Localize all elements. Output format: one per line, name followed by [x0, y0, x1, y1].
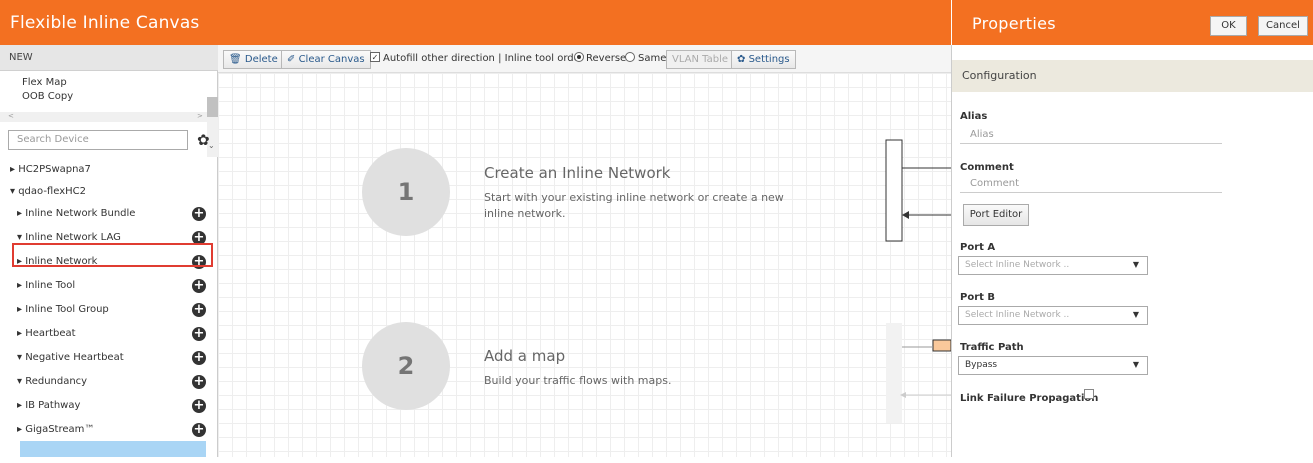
- same-label: Same: [638, 53, 667, 64]
- scroll-left-icon[interactable]: <: [8, 112, 14, 120]
- scroll-right-icon[interactable]: >: [197, 112, 203, 120]
- map-port-box: [932, 339, 951, 352]
- highlight-box: [12, 243, 213, 267]
- tree-item[interactable]: ▸ GigaStream™ +: [0, 420, 218, 442]
- comment-input[interactable]: Comment: [960, 175, 1222, 193]
- port-b-label: Port B: [960, 292, 996, 303]
- scroll-thumb[interactable]: [207, 97, 218, 117]
- tree-item-label: ▾ Redundancy: [17, 376, 88, 387]
- port-a-label: Port A: [960, 242, 996, 253]
- autofill-label: Autofill other direction | Inline tool o…: [383, 53, 584, 64]
- alias-label: Alias: [960, 111, 988, 122]
- port-a-select[interactable]: Select Inline Network .. ▼: [958, 256, 1148, 275]
- tree-item-label: ▸ GigaStream™: [17, 424, 95, 435]
- tree-item-label: ▸ Heartbeat: [17, 328, 76, 339]
- step-1-circle: 1: [362, 148, 450, 236]
- alias-input[interactable]: Alias: [960, 126, 1222, 144]
- tree-item[interactable]: ▸ Inline Tool Group +: [0, 300, 218, 322]
- new-item-flex-map[interactable]: Flex Map: [22, 77, 67, 88]
- app-header: Flexible Inline Canvas: [0, 0, 951, 45]
- tree-item-label: ▾ Inline Network LAG: [17, 232, 121, 243]
- tree-item[interactable]: ▸ Inline Network Bundle +: [0, 204, 218, 226]
- port-editor-button[interactable]: Port Editor: [963, 204, 1029, 226]
- search-device-input[interactable]: Search Device: [8, 130, 188, 150]
- comment-label: Comment: [960, 162, 1014, 173]
- tree-item[interactable]: ▸ Inline Tool +: [0, 276, 218, 298]
- new-item-oob-copy[interactable]: OOB Copy: [22, 91, 73, 102]
- traffic-path-select[interactable]: Bypass ▼: [958, 356, 1148, 375]
- inline-canvas[interactable]: 1 Create an Inline Network Start with yo…: [218, 73, 951, 457]
- traffic-path-label: Traffic Path: [960, 342, 1024, 353]
- vlan-table-button[interactable]: VLAN Table: [666, 50, 735, 69]
- step-2-description: Build your traffic flows with maps.: [484, 374, 672, 387]
- settings-button[interactable]: ✿ Settings: [731, 50, 796, 69]
- reverse-label: Reverse: [586, 53, 627, 64]
- arrow-head-icon: [902, 211, 909, 219]
- link-failure-checkbox[interactable]: [1084, 389, 1094, 399]
- app-title: Flexible Inline Canvas: [10, 13, 200, 33]
- tree-item[interactable]: ▸ IB Pathway +: [0, 396, 218, 418]
- clear-canvas-button[interactable]: ✐ Clear Canvas: [281, 50, 371, 69]
- tree-item[interactable]: ▾ Redundancy +: [0, 372, 218, 394]
- horizontal-scrollbar[interactable]: < >: [0, 112, 207, 122]
- tree-item-label: ▾ Negative Heartbeat: [17, 352, 124, 363]
- configuration-section: Configuration: [952, 60, 1313, 92]
- left-panel: NEW Flex Map OOB Copy ⌄ < > Search Devic…: [0, 45, 218, 457]
- autofill-checkbox[interactable]: ✓: [370, 52, 380, 62]
- canvas-toolbar: 🗑 Delete ✐ Clear Canvas ✓ Autofill other…: [218, 45, 951, 73]
- add-icon[interactable]: +: [192, 303, 206, 317]
- inline-device-box: [885, 139, 903, 242]
- tree-item[interactable]: ▾ qdao-flexHC2: [0, 182, 218, 204]
- ok-button[interactable]: OK: [1210, 16, 1247, 36]
- tree-item-label: ▸ Inline Tool Group: [17, 304, 109, 315]
- diagram-fragment: [885, 139, 951, 423]
- caret-down-icon: ▼: [1132, 360, 1139, 369]
- same-radio[interactable]: [625, 52, 635, 62]
- gear-icon: ✿: [737, 54, 746, 65]
- tree-item-label: ▸ HC2PSwapna7: [10, 164, 91, 175]
- tree-item-label: ▾ qdao-flexHC2: [10, 186, 86, 197]
- tree-item[interactable]: ▸ Heartbeat +: [0, 324, 218, 346]
- add-icon[interactable]: +: [192, 399, 206, 413]
- properties-title: Properties: [972, 14, 1056, 33]
- eraser-icon: ✐: [287, 54, 296, 65]
- map-device-box: [886, 323, 902, 423]
- add-icon[interactable]: +: [192, 207, 206, 221]
- step-1-description: Start with your existing inline network …: [484, 191, 784, 220]
- gear-icon[interactable]: ✿: [197, 131, 210, 149]
- cancel-button[interactable]: Cancel: [1258, 16, 1308, 36]
- tree-item-label: ▸ IB Pathway: [17, 400, 81, 411]
- port-b-select[interactable]: Select Inline Network .. ▼: [958, 306, 1148, 325]
- step-2-title: Add a map: [484, 347, 566, 365]
- step-1-title: Create an Inline Network: [484, 164, 671, 182]
- tree-item[interactable]: ▾ Negative Heartbeat +: [0, 348, 218, 370]
- caret-down-icon: ▼: [1132, 310, 1139, 319]
- properties-header: Properties OK Cancel: [951, 0, 1313, 45]
- new-section-header: NEW: [0, 45, 218, 71]
- link-failure-label: Link Failure Propagation: [960, 393, 1099, 404]
- step-2-circle: 2: [362, 322, 450, 410]
- reverse-radio[interactable]: [574, 52, 584, 62]
- tree-item[interactable]: ▸ HC2PSwapna7: [0, 160, 218, 182]
- add-icon[interactable]: +: [192, 351, 206, 365]
- add-icon[interactable]: +: [192, 279, 206, 293]
- new-list: Flex Map OOB Copy ⌄: [0, 71, 218, 157]
- add-icon[interactable]: +: [192, 423, 206, 437]
- delete-button[interactable]: 🗑 Delete: [223, 50, 284, 69]
- trash-icon: 🗑: [229, 54, 242, 65]
- tree-item-label: ▸ Inline Network Bundle: [17, 208, 136, 219]
- tree-item-selected[interactable]: [20, 441, 206, 457]
- add-icon[interactable]: +: [192, 375, 206, 389]
- properties-panel: Configuration Alias Alias Comment Commen…: [951, 45, 1313, 457]
- tree-item-label: ▸ Inline Tool: [17, 280, 76, 291]
- add-icon[interactable]: +: [192, 327, 206, 341]
- caret-down-icon: ▼: [1132, 260, 1139, 269]
